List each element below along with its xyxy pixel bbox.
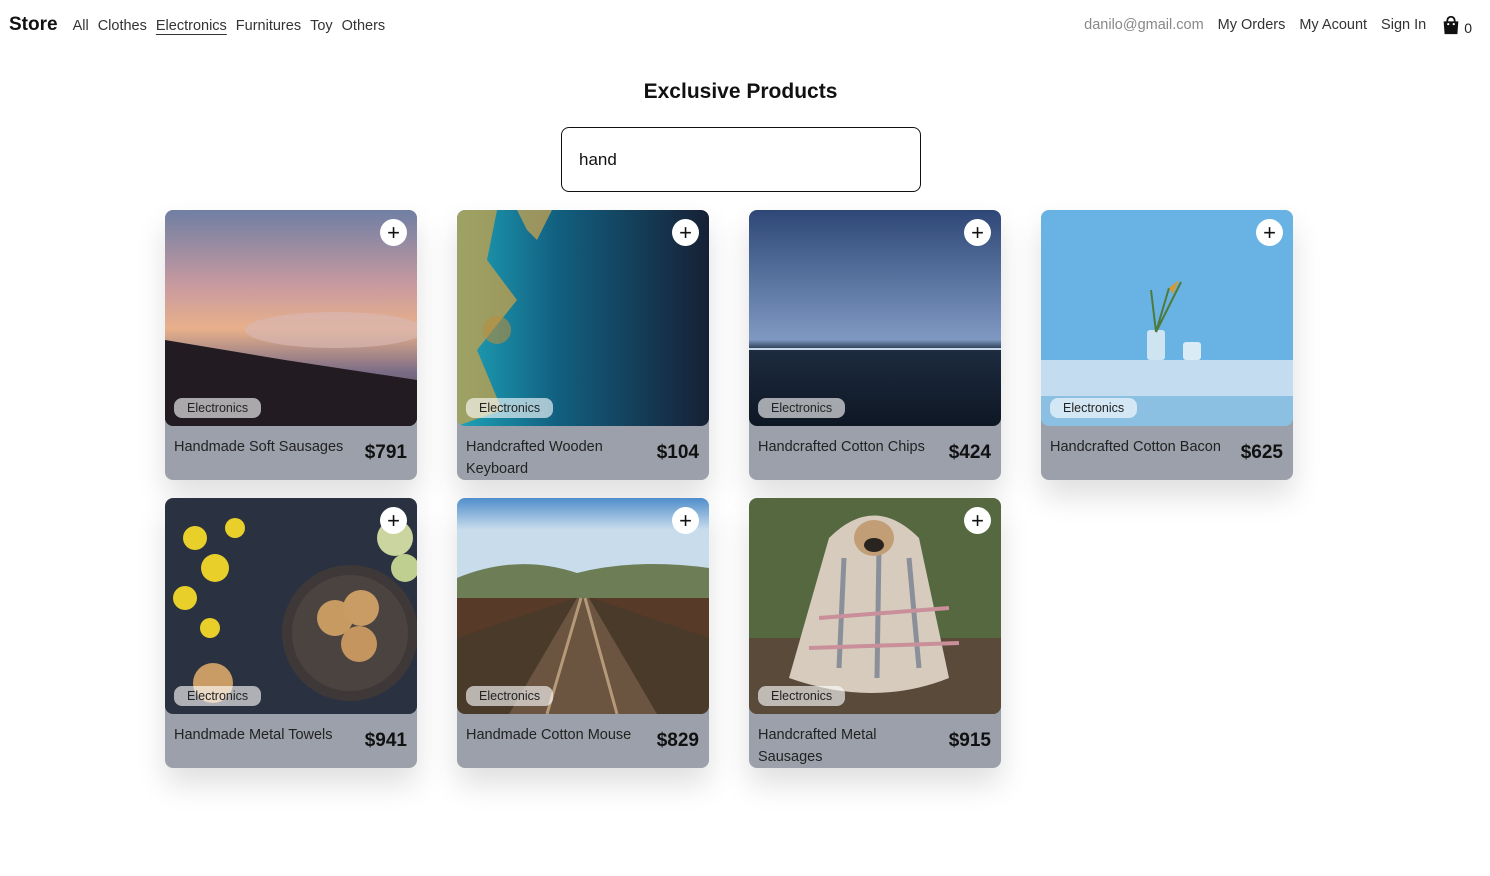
product-image: Electronics + <box>749 210 1001 426</box>
nav-category-furnitures[interactable]: Furnitures <box>236 18 301 34</box>
product-grid: Electronics + Handmade Soft Sausages $79… <box>165 210 1295 768</box>
nav-category-all[interactable]: All <box>73 18 89 34</box>
product-image: Electronics + <box>457 210 709 426</box>
my-orders-link[interactable]: My Orders <box>1218 17 1286 33</box>
category-badge: Electronics <box>174 398 262 418</box>
product-card[interactable]: Electronics + Handcrafted Cotton Bacon $… <box>1041 210 1293 480</box>
product-name: Handcrafted Cotton Chips <box>758 439 925 455</box>
shopping-bag-icon <box>1440 14 1462 36</box>
nav-category-others[interactable]: Others <box>342 18 386 34</box>
add-to-cart-button[interactable]: + <box>672 219 699 246</box>
product-info: Handcrafted Cotton Bacon $625 <box>1050 436 1283 464</box>
product-price: $791 <box>364 442 407 463</box>
product-card[interactable]: Electronics + Handmade Soft Sausages $79… <box>165 210 417 480</box>
product-name: Handcrafted Cotton Bacon <box>1050 439 1221 455</box>
product-card[interactable]: Electronics + Handmade Metal Towels $941 <box>165 498 417 768</box>
product-info: Handcrafted Wooden Keyboard $104 <box>466 436 699 480</box>
add-to-cart-button[interactable]: + <box>964 507 991 534</box>
nav-category-electronics[interactable]: Electronics <box>156 18 227 34</box>
add-to-cart-button[interactable]: + <box>1256 219 1283 246</box>
category-badge: Electronics <box>174 686 262 706</box>
top-navbar: Store All Clothes Electronics Furnitures… <box>0 0 1490 52</box>
product-name: Handmade Cotton Mouse <box>466 727 632 743</box>
product-card[interactable]: Electronics + Handmade Cotton Mouse $829 <box>457 498 709 768</box>
product-price: $625 <box>1240 442 1283 463</box>
category-badge: Electronics <box>466 398 554 418</box>
nav-right: danilo@gmail.com My Orders My Acount Sig… <box>1084 14 1472 36</box>
user-email: danilo@gmail.com <box>1084 17 1204 33</box>
store-logo[interactable]: Store <box>9 14 58 36</box>
product-price: $941 <box>364 730 407 751</box>
nav-left: Store All Clothes Electronics Furnitures… <box>9 14 385 36</box>
product-name: Handmade Soft Sausages <box>174 439 344 455</box>
nav-category-clothes[interactable]: Clothes <box>98 18 147 34</box>
search-input[interactable] <box>561 127 921 192</box>
product-image: Electronics + <box>749 498 1001 714</box>
product-info: Handmade Soft Sausages $791 <box>174 436 407 464</box>
product-name: Handmade Metal Towels <box>174 727 333 743</box>
product-info: Handcrafted Metal Sausages $915 <box>758 724 991 768</box>
add-to-cart-button[interactable]: + <box>380 219 407 246</box>
cart-count: 0 <box>1464 20 1472 36</box>
category-badge: Electronics <box>758 686 846 706</box>
sign-in-link[interactable]: Sign In <box>1381 17 1426 33</box>
add-to-cart-button[interactable]: + <box>380 507 407 534</box>
product-info: Handmade Metal Towels $941 <box>174 724 407 752</box>
product-card[interactable]: Electronics + Handcrafted Metal Sausages… <box>749 498 1001 768</box>
my-account-link[interactable]: My Acount <box>1299 17 1367 33</box>
page-title: Exclusive Products <box>643 80 838 103</box>
product-image: Electronics + <box>1041 210 1293 426</box>
product-name: Handcrafted Wooden Keyboard <box>466 439 603 477</box>
product-price: $104 <box>656 442 699 463</box>
category-badge: Electronics <box>1050 398 1138 418</box>
add-to-cart-button[interactable]: + <box>964 219 991 246</box>
product-price: $424 <box>948 442 991 463</box>
add-to-cart-button[interactable]: + <box>672 507 699 534</box>
product-card[interactable]: Electronics + Handcrafted Wooden Keyboar… <box>457 210 709 480</box>
product-info: Handcrafted Cotton Chips $424 <box>758 436 991 464</box>
product-price: $829 <box>656 730 699 751</box>
category-badge: Electronics <box>758 398 846 418</box>
product-info: Handmade Cotton Mouse $829 <box>466 724 699 752</box>
category-badge: Electronics <box>466 686 554 706</box>
product-name: Handcrafted Metal Sausages <box>758 727 877 765</box>
cart-button[interactable]: 0 <box>1440 14 1472 36</box>
product-card[interactable]: Electronics + Handcrafted Cotton Chips $… <box>749 210 1001 480</box>
nav-category-toy[interactable]: Toy <box>310 18 333 34</box>
product-image: Electronics + <box>165 210 417 426</box>
product-price: $915 <box>948 730 991 751</box>
product-image: Electronics + <box>457 498 709 714</box>
product-image: Electronics + <box>165 498 417 714</box>
